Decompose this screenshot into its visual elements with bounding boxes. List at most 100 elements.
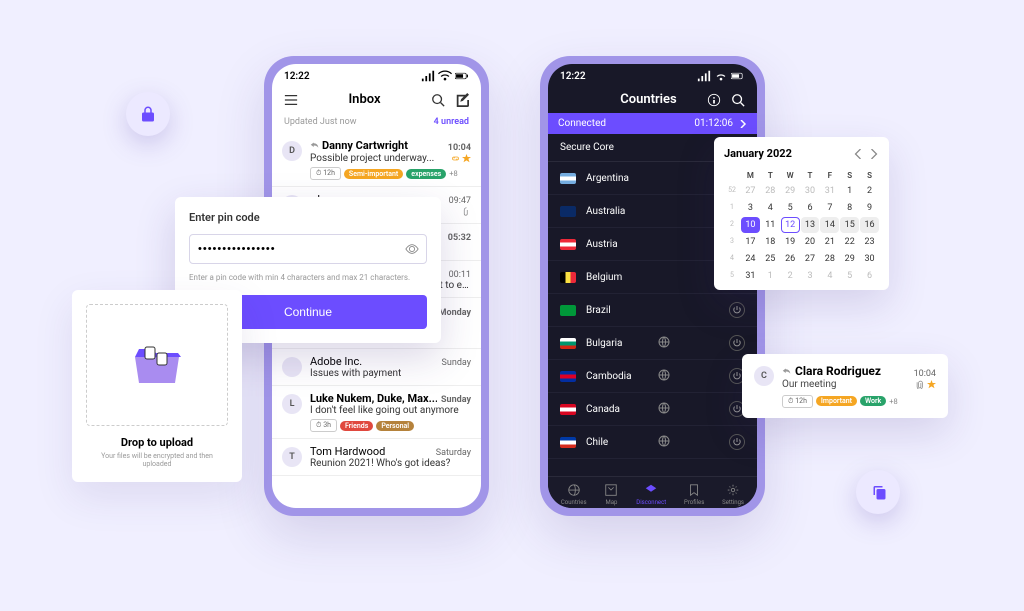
calendar-day[interactable]: 1	[840, 183, 859, 199]
connected-banner[interactable]: Connected 01:12:06	[548, 113, 757, 134]
calendar-day[interactable]: 31	[741, 268, 760, 284]
calendar-day[interactable]: 9	[860, 200, 879, 216]
wifi-icon	[714, 69, 728, 83]
nav-bar-dark: Countries	[548, 86, 757, 113]
calendar-day[interactable]: 16	[860, 217, 879, 233]
calendar-day[interactable]: 24	[741, 251, 760, 267]
calendar-day[interactable]: 31	[820, 183, 839, 199]
calendar-day[interactable]: 17	[741, 234, 760, 250]
tab-map[interactable]: Map	[604, 483, 618, 506]
update-row: Updated Just now 4 unread	[272, 113, 481, 133]
calendar-grid[interactable]: 5227282930311213456789210111213141516317…	[724, 183, 879, 284]
calendar-day[interactable]: 4	[761, 200, 780, 216]
calendar-day[interactable]: 28	[761, 183, 780, 199]
drop-upload-card: Drop to upload Your files will be encryp…	[72, 290, 242, 482]
country-row[interactable]: Bulgaria	[548, 327, 757, 360]
message-row[interactable]: TTom HardwoodSaturdayReunion 2021! Who's…	[272, 439, 481, 476]
calendar-day[interactable]: 12	[781, 217, 800, 233]
compose-icon[interactable]	[455, 93, 469, 107]
calendar-day[interactable]: 25	[761, 251, 780, 267]
country-row[interactable]: Canada	[548, 393, 757, 426]
event-card[interactable]: C Clara Rodriguez 10:04 Our meeting ⏱ 12…	[742, 354, 948, 418]
update-label: Updated Just now	[284, 117, 357, 127]
power-icon[interactable]	[729, 335, 745, 351]
flag-icon	[560, 338, 576, 349]
calendar-day[interactable]: 14	[820, 217, 839, 233]
calendar-day[interactable]: 23	[860, 234, 879, 250]
calendar-day[interactable]: 3	[801, 268, 820, 284]
connected-time: 01:12:06	[694, 118, 733, 129]
message-row[interactable]: LLuke Nukem, Duke, Max...SundayI don't f…	[272, 386, 481, 439]
flag-icon	[560, 239, 576, 250]
avatar: T	[282, 447, 302, 467]
pin-input[interactable]	[189, 234, 427, 264]
calendar-day[interactable]: 6	[860, 268, 879, 284]
calendar-day[interactable]: 6	[801, 200, 820, 216]
calendar-day[interactable]: 10	[741, 217, 760, 233]
connected-label: Connected	[558, 118, 606, 129]
star-icon	[927, 380, 936, 389]
drop-zone[interactable]	[86, 304, 228, 426]
attachment-icon	[916, 380, 925, 389]
tab-disconnect[interactable]: Disconnect	[636, 483, 666, 506]
calendar-day[interactable]: 21	[820, 234, 839, 250]
calendar-day[interactable]: 13	[801, 217, 820, 233]
eye-icon[interactable]	[405, 242, 419, 256]
tab-profiles[interactable]: Profiles	[684, 483, 704, 506]
message-row[interactable]: DDanny Cartwright10:04Possible project u…	[272, 133, 481, 187]
calendar-day: 2	[724, 217, 740, 233]
chevron-right-icon	[739, 120, 747, 128]
info-icon[interactable]	[707, 93, 721, 107]
avatar: C	[754, 366, 774, 386]
country-row[interactable]: Chile	[548, 426, 757, 459]
reply-icon	[782, 367, 791, 376]
calendar-day[interactable]: 26	[781, 251, 800, 267]
pin-title: Enter pin code	[189, 211, 427, 224]
status-bar-left: 12:22	[272, 64, 481, 86]
calendar-day[interactable]: 5	[840, 268, 859, 284]
calendar-day[interactable]: 29	[781, 183, 800, 199]
country-row[interactable]: Cambodia	[548, 360, 757, 393]
country-row[interactable]: Brazil	[548, 294, 757, 327]
calendar-day[interactable]: 20	[801, 234, 820, 250]
calendar-day[interactable]: 2	[860, 183, 879, 199]
battery-icon	[455, 69, 469, 83]
message-row[interactable]: Adobe Inc.SundayIssues with payment	[272, 349, 481, 386]
calendar-day[interactable]: 4	[820, 268, 839, 284]
flag-icon	[560, 173, 576, 184]
power-icon[interactable]	[729, 302, 745, 318]
calendar-day[interactable]: 28	[820, 251, 839, 267]
copy-icon	[869, 483, 887, 501]
power-icon[interactable]	[729, 434, 745, 450]
search-icon[interactable]	[731, 93, 745, 107]
tab-settings[interactable]: Settings	[722, 483, 744, 506]
tab-countries[interactable]: Countries	[561, 483, 587, 506]
calendar-day[interactable]: 15	[840, 217, 859, 233]
calendar-day[interactable]: 18	[761, 234, 780, 250]
status-time: 12:22	[284, 71, 310, 82]
menu-icon[interactable]	[284, 93, 298, 107]
calendar-day: 3	[724, 234, 740, 250]
calendar-day[interactable]: 3	[741, 200, 760, 216]
chevron-left-icon[interactable]	[853, 149, 863, 159]
calendar-day[interactable]: 2	[781, 268, 800, 284]
unread-count[interactable]: 4 unread	[434, 117, 469, 127]
calendar-day[interactable]: 5	[781, 200, 800, 216]
calendar-day[interactable]: 27	[741, 183, 760, 199]
nav-title: Countries	[590, 92, 707, 107]
calendar-day[interactable]: 30	[801, 183, 820, 199]
search-icon[interactable]	[431, 93, 445, 107]
calendar-day[interactable]: 29	[840, 251, 859, 267]
tab-bar: Countries Map Disconnect Profiles Settings	[548, 476, 757, 508]
calendar-day[interactable]: 19	[781, 234, 800, 250]
calendar-day[interactable]: 8	[840, 200, 859, 216]
calendar-card: January 2022 MTWTFSS 5227282930311213456…	[714, 137, 889, 290]
calendar-day[interactable]: 30	[860, 251, 879, 267]
event-pills: ⏱ 12hImportantWork+8	[782, 395, 936, 408]
calendar-day[interactable]: 1	[761, 268, 780, 284]
calendar-day[interactable]: 7	[820, 200, 839, 216]
chevron-right-icon[interactable]	[869, 149, 879, 159]
calendar-day[interactable]: 11	[761, 217, 780, 233]
calendar-day[interactable]: 27	[801, 251, 820, 267]
calendar-day[interactable]: 22	[840, 234, 859, 250]
